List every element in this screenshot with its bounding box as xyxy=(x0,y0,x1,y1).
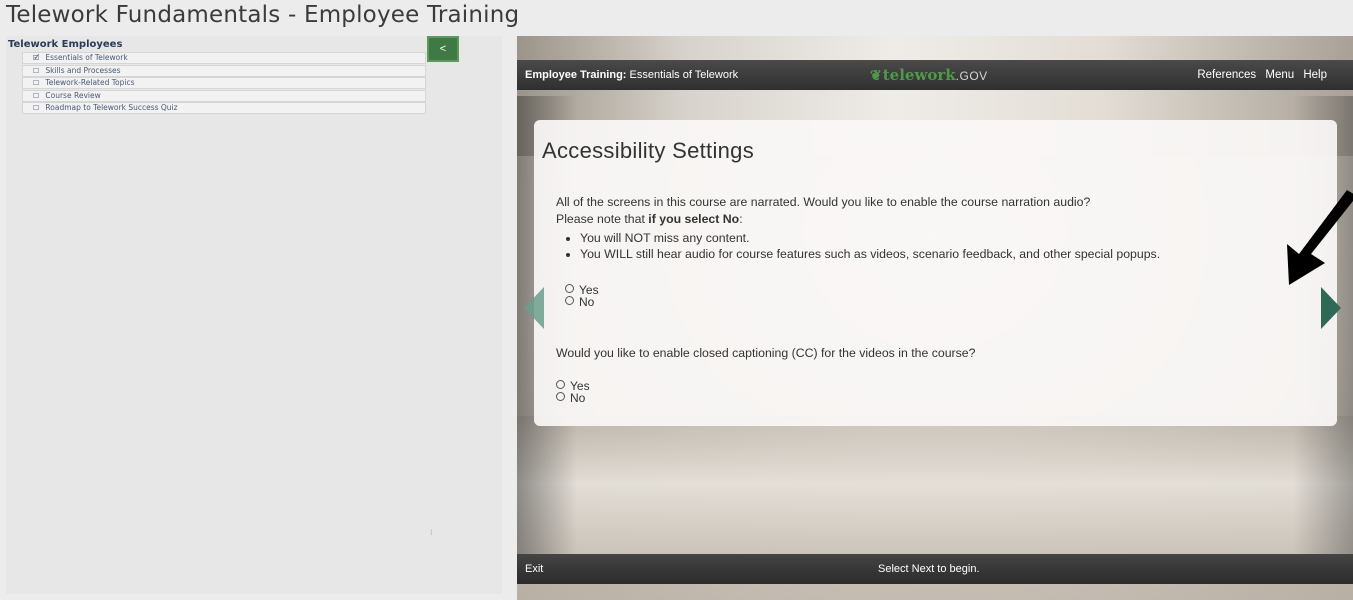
narration-options: Yes No xyxy=(565,284,599,308)
radio-circle-icon xyxy=(556,392,565,401)
narration-question: All of the screens in this course are na… xyxy=(556,194,1316,262)
radio-label: No xyxy=(570,391,586,405)
checkbox-icon: ☐ xyxy=(33,91,40,100)
toc-item-label: Essentials of Telework xyxy=(45,53,128,62)
toc-item-label: Skills and Processes xyxy=(45,65,121,75)
narration-note: Please note that if you select No: xyxy=(556,211,1316,228)
toc-header: Telework Employees xyxy=(8,39,123,50)
course-title: Employee Training: Essentials of Telewor… xyxy=(525,60,738,90)
course-player: Employee Training: Essentials of Telewor… xyxy=(517,36,1353,600)
toc-item-label: Telework-Related Topics xyxy=(45,78,135,88)
accessibility-settings-card: Accessibility Settings All of the screen… xyxy=(534,120,1337,426)
narration-question-text: All of the screens in this course are na… xyxy=(556,195,1091,209)
leaf-icon: ❦ xyxy=(870,68,882,84)
radio-circle-icon xyxy=(565,296,574,305)
previous-arrow-button[interactable] xyxy=(524,287,544,329)
checkbox-icon: ☐ xyxy=(33,66,40,75)
pointer-arrow-icon xyxy=(1287,190,1353,285)
card-heading: Accessibility Settings xyxy=(542,138,755,163)
note-suffix: : xyxy=(739,212,743,226)
status-text: Select Next to begin. xyxy=(878,563,980,575)
toc-item-related-topics[interactable]: ☐ Telework-Related Topics xyxy=(22,77,426,90)
logo-word: telework xyxy=(882,66,956,84)
course-title-suffix: Essentials of Telework xyxy=(626,69,739,81)
collapse-sidebar-button[interactable]: < xyxy=(427,36,459,62)
toc-item-course-review[interactable]: ☐ Course Review xyxy=(22,89,426,102)
narration-no-radio[interactable]: No xyxy=(565,296,599,308)
course-footer-bar: Exit Select Next to begin. xyxy=(517,554,1353,584)
toc-list: 🗹 Essentials of Telework ☐ Skills and Pr… xyxy=(22,52,426,115)
toc-item-label: Course Review xyxy=(45,90,101,100)
checkbox-icon: ☐ xyxy=(33,104,40,113)
captioning-options: Yes No xyxy=(556,380,590,404)
note-prefix: Please note that xyxy=(556,212,649,226)
toc-item-skills[interactable]: ☐ Skills and Processes xyxy=(22,64,426,77)
radio-circle-icon xyxy=(556,380,565,389)
toc-item-quiz[interactable]: ☐ Roadmap to Telework Success Quiz xyxy=(22,102,426,115)
course-nav: References Menu Help xyxy=(1191,60,1327,90)
captioning-question: Would you like to enable closed captioni… xyxy=(556,346,976,360)
radio-label: No xyxy=(579,295,595,309)
edit-icon: 🗹 xyxy=(33,54,40,62)
resize-handle-icon[interactable]: ⁝ xyxy=(430,528,433,537)
captioning-no-radio[interactable]: No xyxy=(556,392,590,404)
note-bullets: You will NOT miss any content. You WILL … xyxy=(556,230,1316,262)
exit-button[interactable]: Exit xyxy=(525,554,543,584)
menu-link[interactable]: Menu xyxy=(1265,69,1294,81)
note-bullet: You will NOT miss any content. xyxy=(580,230,1316,246)
toc-item-essentials[interactable]: 🗹 Essentials of Telework xyxy=(22,52,426,64)
course-title-prefix: Employee Training: xyxy=(525,69,627,81)
note-bold: if you select No xyxy=(648,212,740,226)
page-title: Telework Fundamentals - Employee Trainin… xyxy=(6,2,520,28)
logo-tld: .GOV xyxy=(955,69,988,83)
references-link[interactable]: References xyxy=(1197,69,1256,81)
checkbox-icon: ☐ xyxy=(33,79,40,88)
course-header-bar: Employee Training: Essentials of Telewor… xyxy=(517,60,1353,90)
background-desk xyxy=(517,416,1353,566)
note-bullet: You WILL still hear audio for course fea… xyxy=(580,246,1316,262)
help-link[interactable]: Help xyxy=(1303,69,1327,81)
telework-gov-logo: ❦telework.GOV xyxy=(870,60,988,91)
toc-item-label: Roadmap to Telework Success Quiz xyxy=(45,103,178,113)
radio-circle-icon xyxy=(565,284,574,293)
sidebar: Telework Employees 🗹 Essentials of Telew… xyxy=(6,36,502,594)
next-arrow-button[interactable] xyxy=(1321,287,1341,329)
